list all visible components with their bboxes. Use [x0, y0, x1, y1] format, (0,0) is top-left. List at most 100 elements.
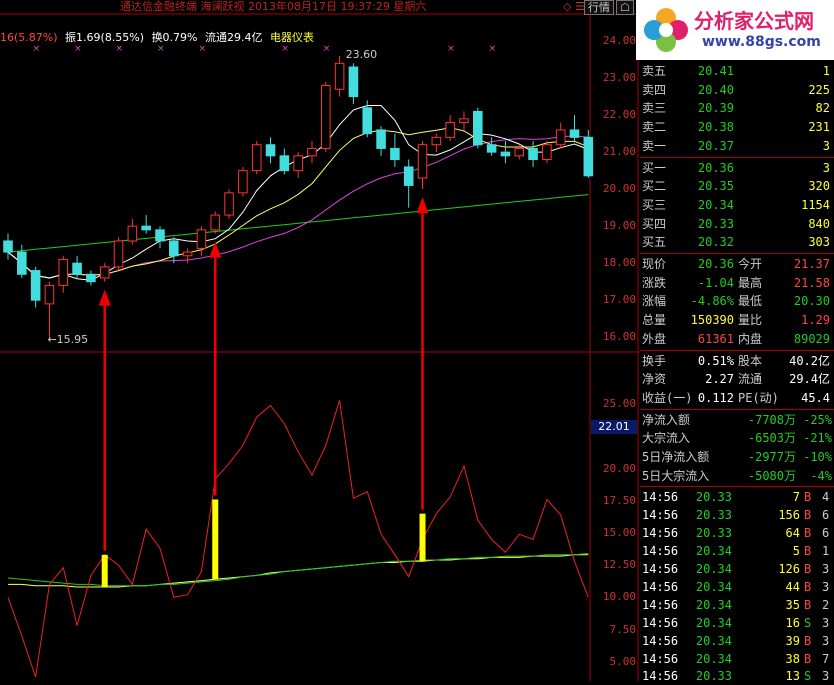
order-book-row[interactable]: 买一 20.36 3: [640, 159, 834, 177]
candle-body[interactable]: [196, 229, 207, 249]
candle-body[interactable]: [113, 240, 124, 268]
candle-body[interactable]: [86, 273, 96, 283]
candle-body[interactable]: [99, 266, 110, 279]
indicator-tick-label: 17.50: [602, 493, 636, 507]
order-book-row[interactable]: 卖四 20.40 225: [640, 81, 834, 99]
candle-body[interactable]: [44, 284, 55, 305]
tick-volume: 35: [785, 597, 800, 612]
stat-label: 内盘: [738, 331, 763, 346]
candle-body[interactable]: [583, 136, 594, 177]
order-book-row[interactable]: 买二 20.35 320: [640, 177, 834, 195]
order-label: 买五: [642, 235, 667, 250]
candle-body[interactable]: [238, 170, 248, 194]
candle-body[interactable]: [182, 251, 193, 257]
order-label: 卖四: [642, 82, 667, 97]
candle-body[interactable]: [17, 251, 27, 275]
tick-row: 14:56 20.34 126 B 3: [640, 560, 834, 578]
candle-body[interactable]: [500, 151, 511, 157]
tick-volume: 13: [785, 669, 800, 684]
candle-body[interactable]: [555, 129, 566, 146]
stat-label: 总量: [642, 313, 667, 328]
order-book-row[interactable]: 卖一 20.37 3: [640, 137, 834, 155]
stat-label: 现价: [642, 257, 667, 271]
candle-body[interactable]: [445, 122, 455, 138]
indicator-tick-label: 7.50: [609, 622, 637, 636]
candle-body[interactable]: [127, 225, 138, 242]
candle-body[interactable]: [307, 147, 317, 157]
candle-body[interactable]: [58, 258, 69, 286]
candle-body[interactable]: [169, 240, 179, 257]
flow-value: -5080万: [747, 468, 796, 483]
tick-price: 20.34: [695, 633, 732, 648]
quote-button[interactable]: 行情: [584, 0, 614, 15]
stat-row: 总量 150390 量比 1.29: [640, 311, 834, 329]
fundamental-row: 收益(一) 0.112 PE(动) 45.4: [640, 389, 834, 407]
candle-body[interactable]: [431, 136, 442, 146]
order-book-row[interactable]: 买三 20.34 1154: [640, 196, 834, 214]
candle-body[interactable]: [72, 262, 82, 275]
tick-side: B: [804, 633, 812, 648]
fundamental-value: 0.51%: [697, 353, 734, 368]
order-price: 20.32: [697, 235, 734, 250]
tick-price: 20.34: [695, 615, 732, 630]
candle-body[interactable]: [390, 147, 400, 161]
candle-body[interactable]: [459, 118, 469, 124]
tick-row: 14:56 20.33 156 B 6: [640, 506, 834, 524]
candle-body[interactable]: [376, 129, 386, 149]
order-price: 20.39: [697, 101, 734, 116]
candle-body[interactable]: [362, 107, 373, 135]
candle-body[interactable]: [486, 144, 497, 153]
tick-side: B: [804, 544, 812, 559]
flow-value: -2977万: [747, 450, 796, 464]
tick-side: S: [804, 615, 812, 630]
window-controls[interactable]: ◇ ☰: [563, 0, 585, 13]
candle-body[interactable]: [265, 144, 276, 157]
order-book-row[interactable]: 买四 20.33 840: [640, 215, 834, 233]
candle-body[interactable]: [293, 155, 303, 172]
price-tick-label: 20.00: [602, 182, 636, 196]
extra-button[interactable]: ☖: [616, 0, 634, 15]
order-book-row[interactable]: 卖二 20.38 231: [640, 118, 834, 136]
candle-body[interactable]: [155, 229, 165, 242]
fundamental-row: 净资 2.27 流通 29.4亿: [640, 370, 834, 388]
candle-body[interactable]: [348, 66, 359, 98]
tick-row: 14:56 20.34 44 B 3: [640, 578, 834, 596]
candle-body[interactable]: [30, 270, 41, 301]
candle-body[interactable]: [224, 192, 234, 216]
order-price: 20.38: [697, 120, 734, 135]
candle-body[interactable]: [334, 62, 345, 90]
order-label: 卖二: [642, 120, 667, 135]
indicator-tick-label: 5.00: [609, 654, 637, 668]
signal-marker: ×: [33, 44, 41, 54]
candle-body[interactable]: [3, 240, 13, 253]
tick-time: 14:56: [642, 490, 679, 505]
candle-body[interactable]: [569, 129, 580, 138]
order-label: 卖五: [642, 64, 667, 78]
tick-side: B: [804, 562, 812, 576]
order-book-row[interactable]: 卖五 20.41 1: [640, 62, 834, 80]
order-volume: 840: [808, 216, 830, 231]
candle-body[interactable]: [210, 214, 221, 231]
candle-body[interactable]: [514, 147, 525, 157]
order-book-row[interactable]: 买五 20.32 303: [640, 233, 834, 251]
price-tick-label: 22.00: [602, 108, 636, 122]
kline-chart[interactable]: × × × × × × × × × 23.60 ←15.95: [0, 0, 640, 681]
price-tick-label: 21.00: [602, 145, 636, 159]
candle-body[interactable]: [251, 144, 262, 172]
tick-side: B: [804, 597, 812, 612]
candle-body[interactable]: [417, 144, 428, 179]
order-book-row[interactable]: 卖三 20.39 82: [640, 99, 834, 117]
candle-body[interactable]: [403, 166, 414, 186]
tick-side: B: [804, 490, 812, 505]
candle-body[interactable]: [473, 110, 483, 146]
candle-body[interactable]: [141, 225, 151, 231]
signal-bar: [419, 513, 426, 562]
sector-text[interactable]: 电器仪表: [270, 31, 314, 44]
price-tick-label: 17.00: [602, 293, 636, 307]
candle-body[interactable]: [528, 147, 538, 161]
candle-body[interactable]: [321, 85, 331, 149]
candle-body[interactable]: [279, 155, 290, 172]
candle-body[interactable]: [542, 144, 552, 161]
tick-volume: 156: [778, 508, 800, 523]
tick-count: 6: [822, 526, 830, 541]
